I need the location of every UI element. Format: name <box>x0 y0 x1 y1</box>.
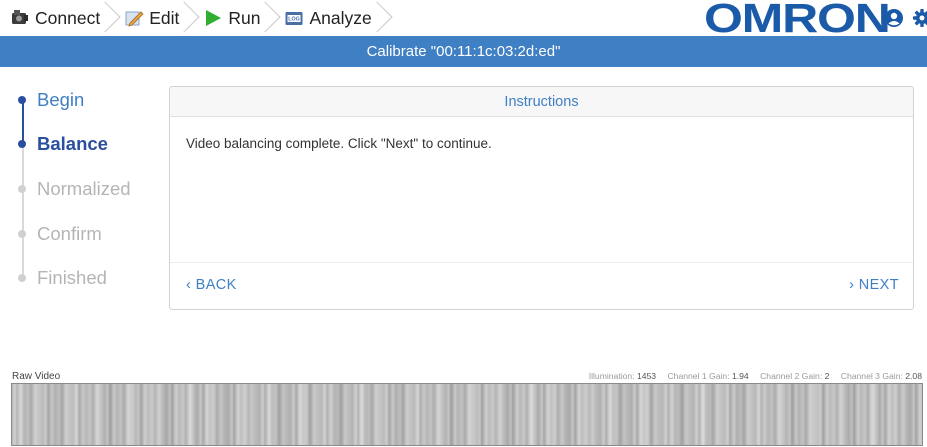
play-icon <box>203 8 223 28</box>
top-navigation: Connect Edit Run LOG Analyze OMRON <box>0 0 927 41</box>
step-begin[interactable]: Begin <box>18 88 84 112</box>
step-label: Normalized <box>37 178 131 199</box>
breadcrumb: Connect Edit Run LOG Analyze <box>0 0 386 36</box>
instructions-heading: Instructions <box>170 87 913 117</box>
instructions-footer: ‹ BACK › NEXT <box>170 263 913 309</box>
crumb-connect[interactable]: Connect <box>0 3 108 33</box>
step-dot <box>18 96 26 104</box>
illumination-label: Illumination: <box>588 371 635 381</box>
crumb-run[interactable]: Run <box>193 3 268 33</box>
step-label: Balance <box>37 133 108 154</box>
crumb-connect-label: Connect <box>35 7 101 28</box>
step-label: Finished <box>37 267 107 288</box>
page-title-bar: Calibrate "00:11:1c:03:2d:ed" <box>0 36 927 67</box>
page-title: Calibrate "00:11:1c:03:2d:ed" <box>366 43 561 60</box>
video-stats: Illumination: 1453 Channel 1 Gain: 1.94 … <box>589 371 922 381</box>
camera-icon <box>10 8 30 28</box>
step-dot <box>18 140 26 148</box>
step-normalized: Normalized <box>18 177 131 201</box>
channel3-gain-value: 2.08 <box>905 371 922 381</box>
back-button[interactable]: ‹ BACK <box>186 277 237 293</box>
raw-video-strip <box>11 383 923 446</box>
instructions-message: Video balancing complete. Click "Next" t… <box>186 136 492 151</box>
illumination-value: 1453 <box>636 371 657 381</box>
channel1-gain-value: 1.94 <box>731 371 749 381</box>
step-balance[interactable]: Balance <box>18 132 108 156</box>
step-label: Begin <box>37 89 85 110</box>
channel2-gain-value: 2 <box>824 371 830 381</box>
step-finished: Finished <box>18 266 107 290</box>
crumb-analyze-label: Analyze <box>309 7 372 28</box>
wizard-steps: Begin Balance Normalized Confirm Finishe… <box>0 67 165 307</box>
step-dot <box>18 185 26 193</box>
edit-icon <box>124 8 144 28</box>
step-dot <box>18 230 26 238</box>
raw-video-label: Raw Video <box>12 371 61 382</box>
gear-icon[interactable] <box>912 8 927 28</box>
instructions-body: Video balancing complete. Click "Next" t… <box>170 117 913 263</box>
channel3-gain-label: Channel 3 Gain: <box>840 371 903 381</box>
step-dot <box>18 274 26 282</box>
crumb-analyze[interactable]: LOG Analyze <box>274 3 379 33</box>
step-confirm: Confirm <box>18 222 102 246</box>
next-button[interactable]: › NEXT <box>849 277 899 293</box>
channel2-gain-label: Channel 2 Gain: <box>760 371 823 381</box>
brand-logo: OMRON <box>704 0 891 41</box>
channel1-gain-label: Channel 1 Gain: <box>667 371 730 381</box>
crumb-edit[interactable]: Edit <box>114 3 187 33</box>
instructions-panel: Instructions Video balancing complete. C… <box>169 86 914 310</box>
instructions-heading-text: Instructions <box>504 93 579 110</box>
crumb-edit-label: Edit <box>149 7 180 28</box>
log-icon: LOG <box>284 8 304 28</box>
svg-text:LOG: LOG <box>289 17 300 23</box>
crumb-run-label: Run <box>228 7 261 28</box>
step-remaining-line <box>22 145 24 275</box>
user-icon[interactable] <box>884 8 904 28</box>
step-label: Confirm <box>37 223 102 244</box>
